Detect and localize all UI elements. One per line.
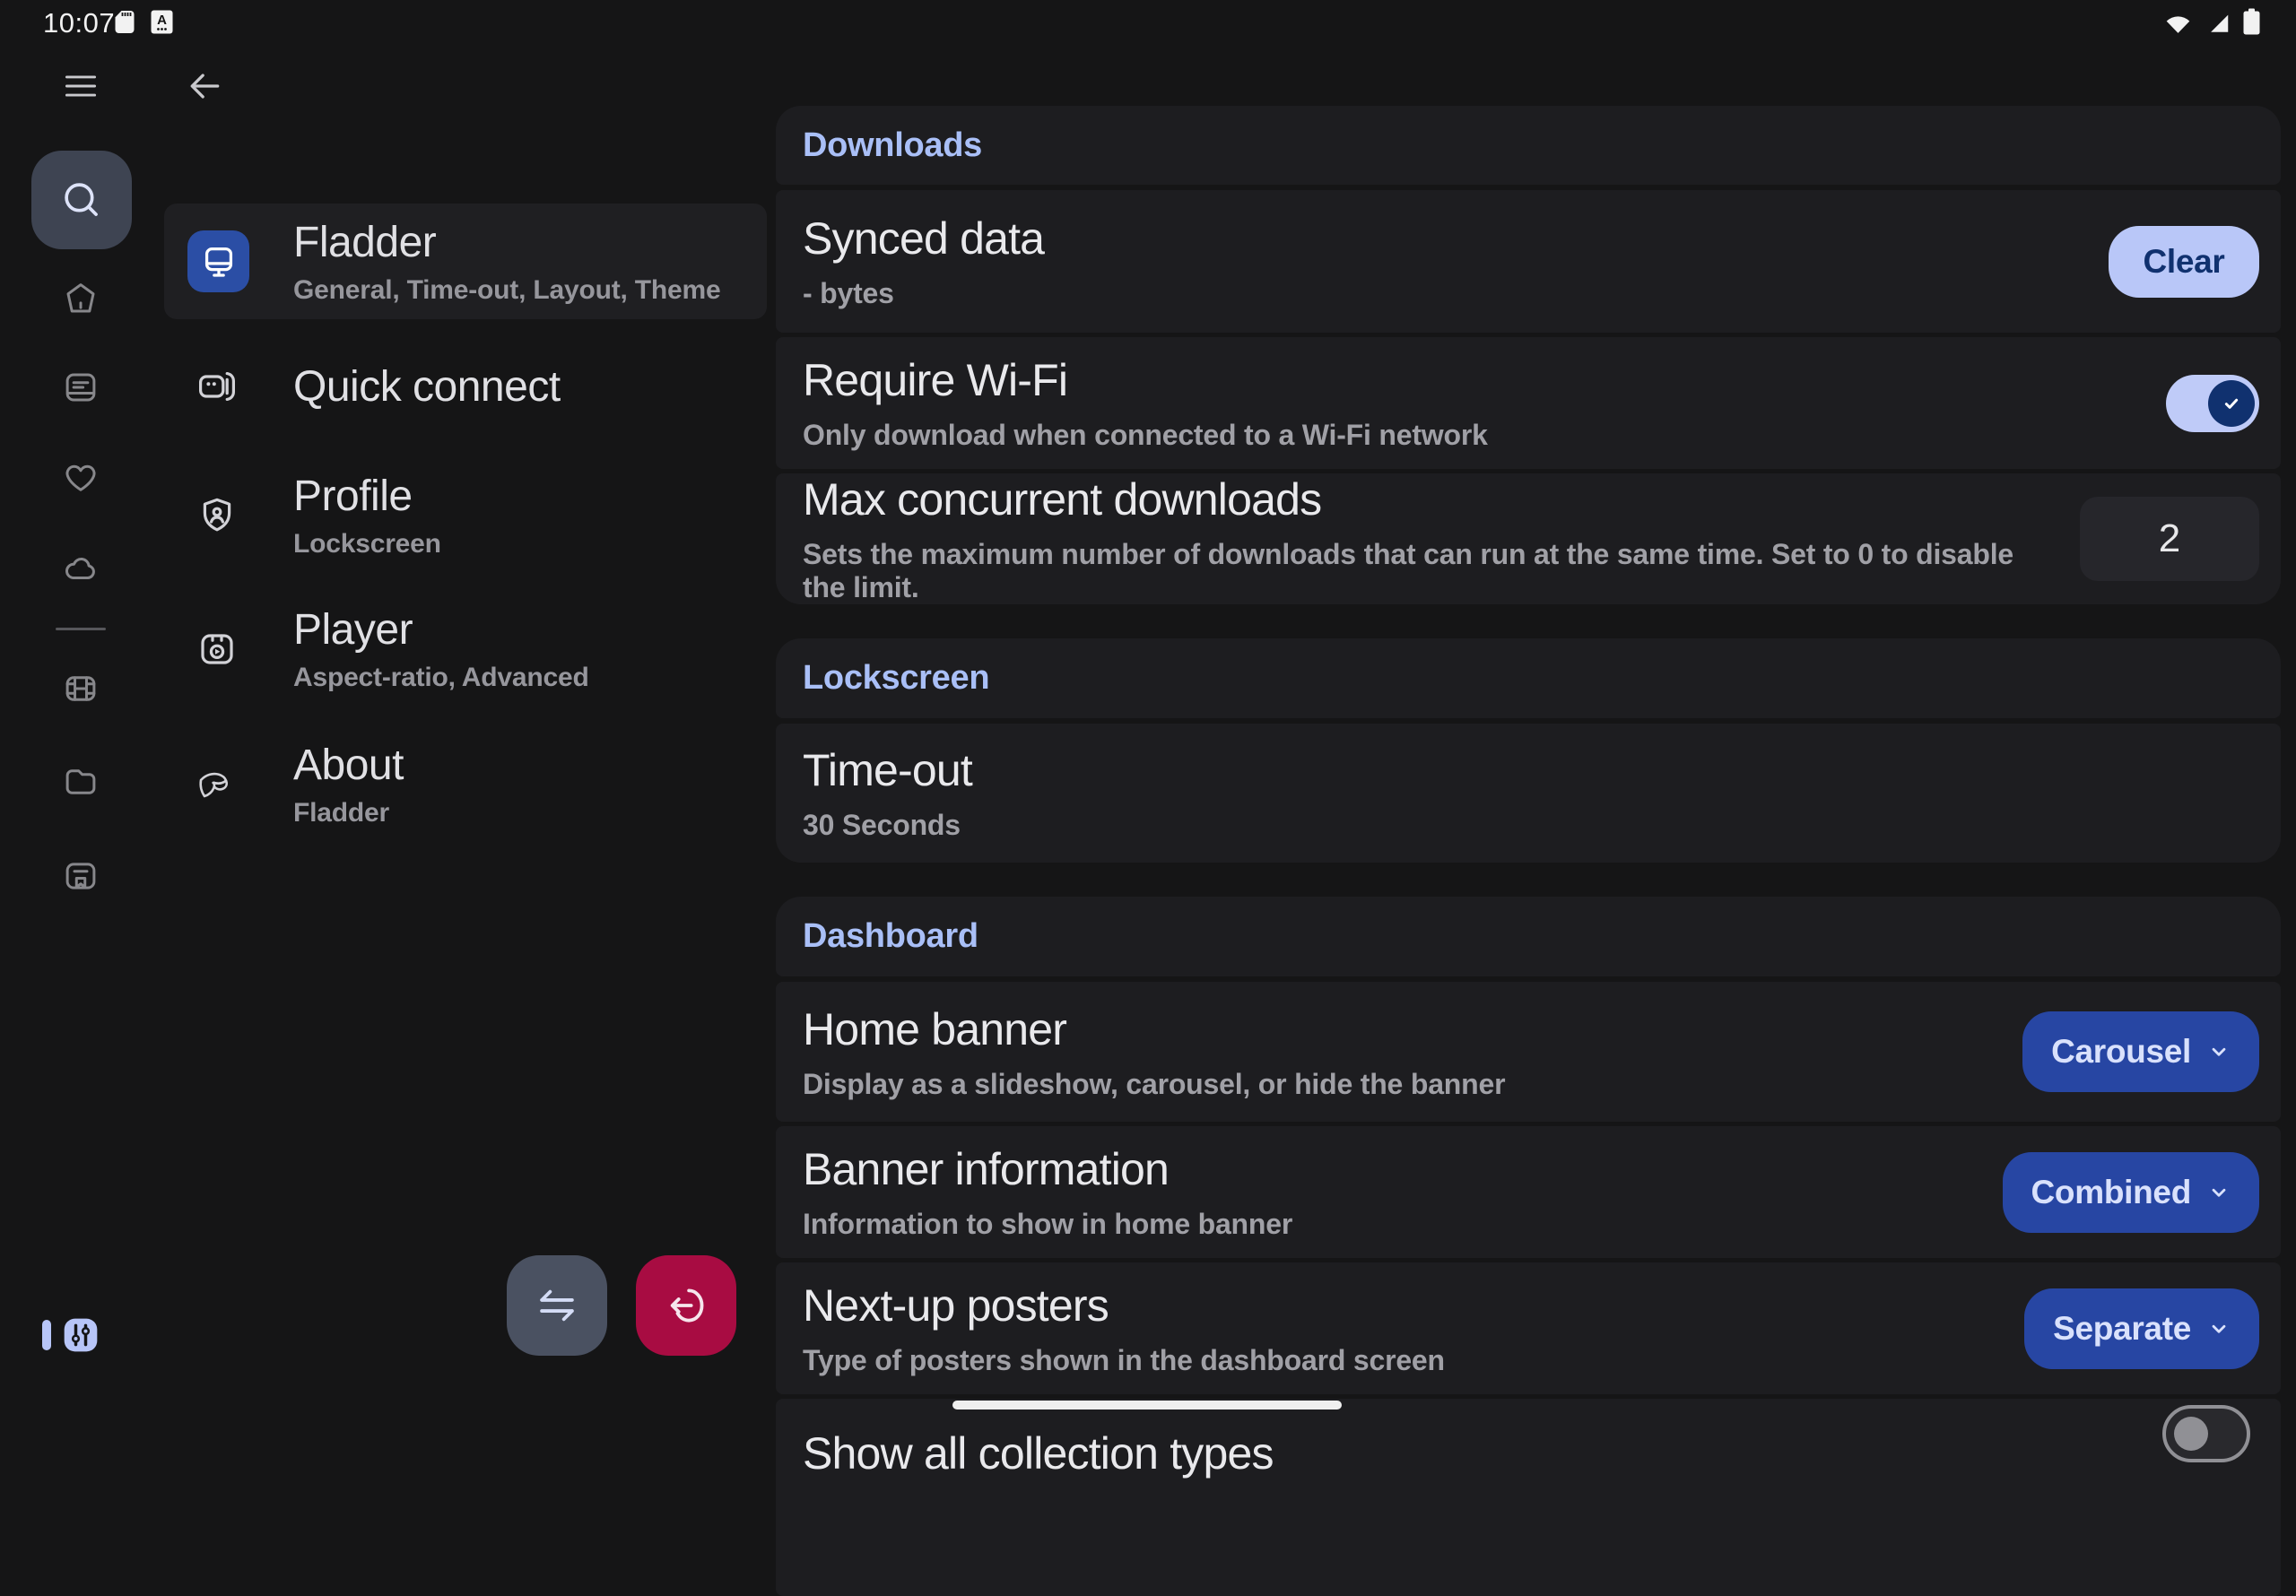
media-player-icon bbox=[196, 628, 239, 671]
section-header-dashboard: Dashboard bbox=[776, 897, 2281, 976]
letter-a-app-icon: A bbox=[151, 10, 173, 34]
menu-item-quick-connect[interactable]: Quick connect bbox=[164, 329, 767, 444]
quick-connect-icon bbox=[196, 365, 239, 408]
clock: 10:07 bbox=[43, 7, 115, 39]
menu-hamburger-icon[interactable] bbox=[61, 66, 100, 106]
svg-text:A: A bbox=[157, 13, 167, 28]
setting-row-synced-data[interactable]: Synced data - bytes Clear bbox=[776, 190, 2281, 333]
dropdown-value: Separate bbox=[2053, 1310, 2191, 1348]
sd-card-icon bbox=[114, 10, 135, 34]
section-header-lockscreen: Lockscreen bbox=[776, 638, 2281, 718]
switch-server-button[interactable] bbox=[507, 1255, 607, 1356]
logout-icon bbox=[662, 1281, 710, 1330]
max-downloads-field[interactable]: 2 bbox=[2080, 497, 2259, 581]
menu-item-profile[interactable]: Profile Lockscreen bbox=[164, 452, 767, 579]
section-title: Lockscreen bbox=[803, 659, 989, 698]
setting-subtitle: Display as a slideshow, carousel, or hid… bbox=[803, 1068, 1996, 1101]
setting-row-require-wifi[interactable]: Require Wi-Fi Only download when connect… bbox=[776, 337, 2281, 469]
setting-subtitle: 30 Seconds bbox=[803, 809, 2232, 842]
collections-icon[interactable] bbox=[62, 857, 100, 895]
folder-icon[interactable] bbox=[62, 763, 100, 801]
cellular-signal-icon bbox=[2205, 10, 2231, 34]
display-icon bbox=[187, 230, 249, 292]
back-arrow-icon[interactable] bbox=[185, 66, 224, 106]
show-all-collection-types-toggle[interactable] bbox=[2162, 1405, 2250, 1462]
status-bar: 10:07 A bbox=[0, 0, 2296, 43]
setting-title: Synced data bbox=[803, 213, 2082, 265]
menu-item-title: Quick connect bbox=[293, 362, 561, 412]
setting-row-max-downloads[interactable]: Max concurrent downloads Sets the maximu… bbox=[776, 473, 2281, 604]
search-icon bbox=[58, 177, 105, 223]
battery-icon bbox=[2243, 8, 2260, 35]
fladder-logo-icon bbox=[196, 763, 239, 806]
setting-row-banner-information[interactable]: Banner information Information to show i… bbox=[776, 1126, 2281, 1258]
setting-title: Home banner bbox=[803, 1003, 1996, 1055]
menu-item-subtitle: General, Time-out, Layout, Theme bbox=[293, 275, 720, 306]
dropdown-value: Carousel bbox=[2051, 1033, 2191, 1071]
menu-item-title: Player bbox=[293, 605, 589, 655]
menu-item-subtitle: Lockscreen bbox=[293, 529, 441, 559]
setting-title: Time-out bbox=[803, 744, 2232, 796]
setting-subtitle: Information to show in home banner bbox=[803, 1208, 1976, 1241]
swap-horizontal-icon bbox=[533, 1281, 581, 1330]
chevron-down-icon bbox=[2207, 1040, 2231, 1063]
menu-item-title: About bbox=[293, 741, 404, 790]
settings-tune-icon[interactable] bbox=[61, 1315, 100, 1355]
settings-panel: Downloads Synced data - bytes Clear Requ… bbox=[776, 106, 2281, 1596]
menu-item-title: Profile bbox=[293, 472, 441, 521]
setting-subtitle: Sets the maximum number of downloads tha… bbox=[803, 538, 2053, 604]
setting-title: Banner information bbox=[803, 1143, 1976, 1195]
movies-film-icon[interactable] bbox=[62, 670, 100, 707]
section-header-downloads: Downloads bbox=[776, 106, 2281, 185]
menu-item-about[interactable]: About Fladder bbox=[164, 721, 767, 848]
section-title: Downloads bbox=[803, 126, 982, 165]
shield-person-icon bbox=[196, 494, 239, 537]
gesture-navigation-pill[interactable] bbox=[952, 1401, 1342, 1410]
setting-row-timeout[interactable]: Time-out 30 Seconds bbox=[776, 724, 2281, 863]
selected-indicator-pill bbox=[42, 1320, 51, 1350]
setting-title: Max concurrent downloads bbox=[803, 473, 2053, 525]
banner-information-dropdown[interactable]: Combined bbox=[2003, 1152, 2259, 1233]
cloud-sync-icon[interactable] bbox=[62, 550, 100, 587]
rail-divider bbox=[56, 628, 106, 630]
setting-row-next-up-posters[interactable]: Next-up posters Type of posters shown in… bbox=[776, 1262, 2281, 1394]
home-icon[interactable] bbox=[62, 280, 100, 317]
home-banner-dropdown[interactable]: Carousel bbox=[2022, 1011, 2259, 1092]
setting-title: Require Wi-Fi bbox=[803, 354, 2139, 406]
setting-subtitle: Type of posters shown in the dashboard s… bbox=[803, 1344, 1997, 1377]
next-up-posters-dropdown[interactable]: Separate bbox=[2024, 1288, 2259, 1369]
setting-title: Next-up posters bbox=[803, 1279, 1997, 1331]
rail-search-button[interactable] bbox=[31, 151, 132, 249]
setting-row-home-banner[interactable]: Home banner Display as a slideshow, caro… bbox=[776, 982, 2281, 1122]
require-wifi-toggle[interactable] bbox=[2166, 375, 2259, 432]
section-title: Dashboard bbox=[803, 917, 978, 956]
setting-subtitle: - bytes bbox=[803, 277, 2082, 310]
setting-subtitle: Only download when connected to a Wi-Fi … bbox=[803, 419, 2139, 452]
menu-item-title: Fladder bbox=[293, 218, 720, 267]
dropdown-value: Combined bbox=[2031, 1174, 2191, 1211]
chevron-down-icon bbox=[2207, 1317, 2231, 1340]
toggle-thumb-checked bbox=[2208, 380, 2255, 427]
menu-item-player[interactable]: Player Aspect-ratio, Advanced bbox=[164, 585, 767, 713]
menu-item-fladder[interactable]: Fladder General, Time-out, Layout, Theme bbox=[164, 204, 767, 319]
logout-button[interactable] bbox=[636, 1255, 736, 1356]
menu-item-subtitle: Aspect-ratio, Advanced bbox=[293, 663, 589, 693]
toggle-thumb-unchecked bbox=[2174, 1417, 2208, 1451]
media-library-icon[interactable] bbox=[62, 369, 100, 406]
setting-title: Show all collection types bbox=[803, 1427, 2232, 1479]
wifi-icon bbox=[2163, 10, 2193, 34]
setting-row-show-all-collection-types[interactable]: Show all collection types bbox=[776, 1399, 2281, 1596]
menu-item-subtitle: Fladder bbox=[293, 798, 404, 828]
clear-button[interactable]: Clear bbox=[2109, 226, 2259, 298]
chevron-down-icon bbox=[2207, 1181, 2231, 1204]
favorites-heart-icon[interactable] bbox=[62, 459, 100, 497]
